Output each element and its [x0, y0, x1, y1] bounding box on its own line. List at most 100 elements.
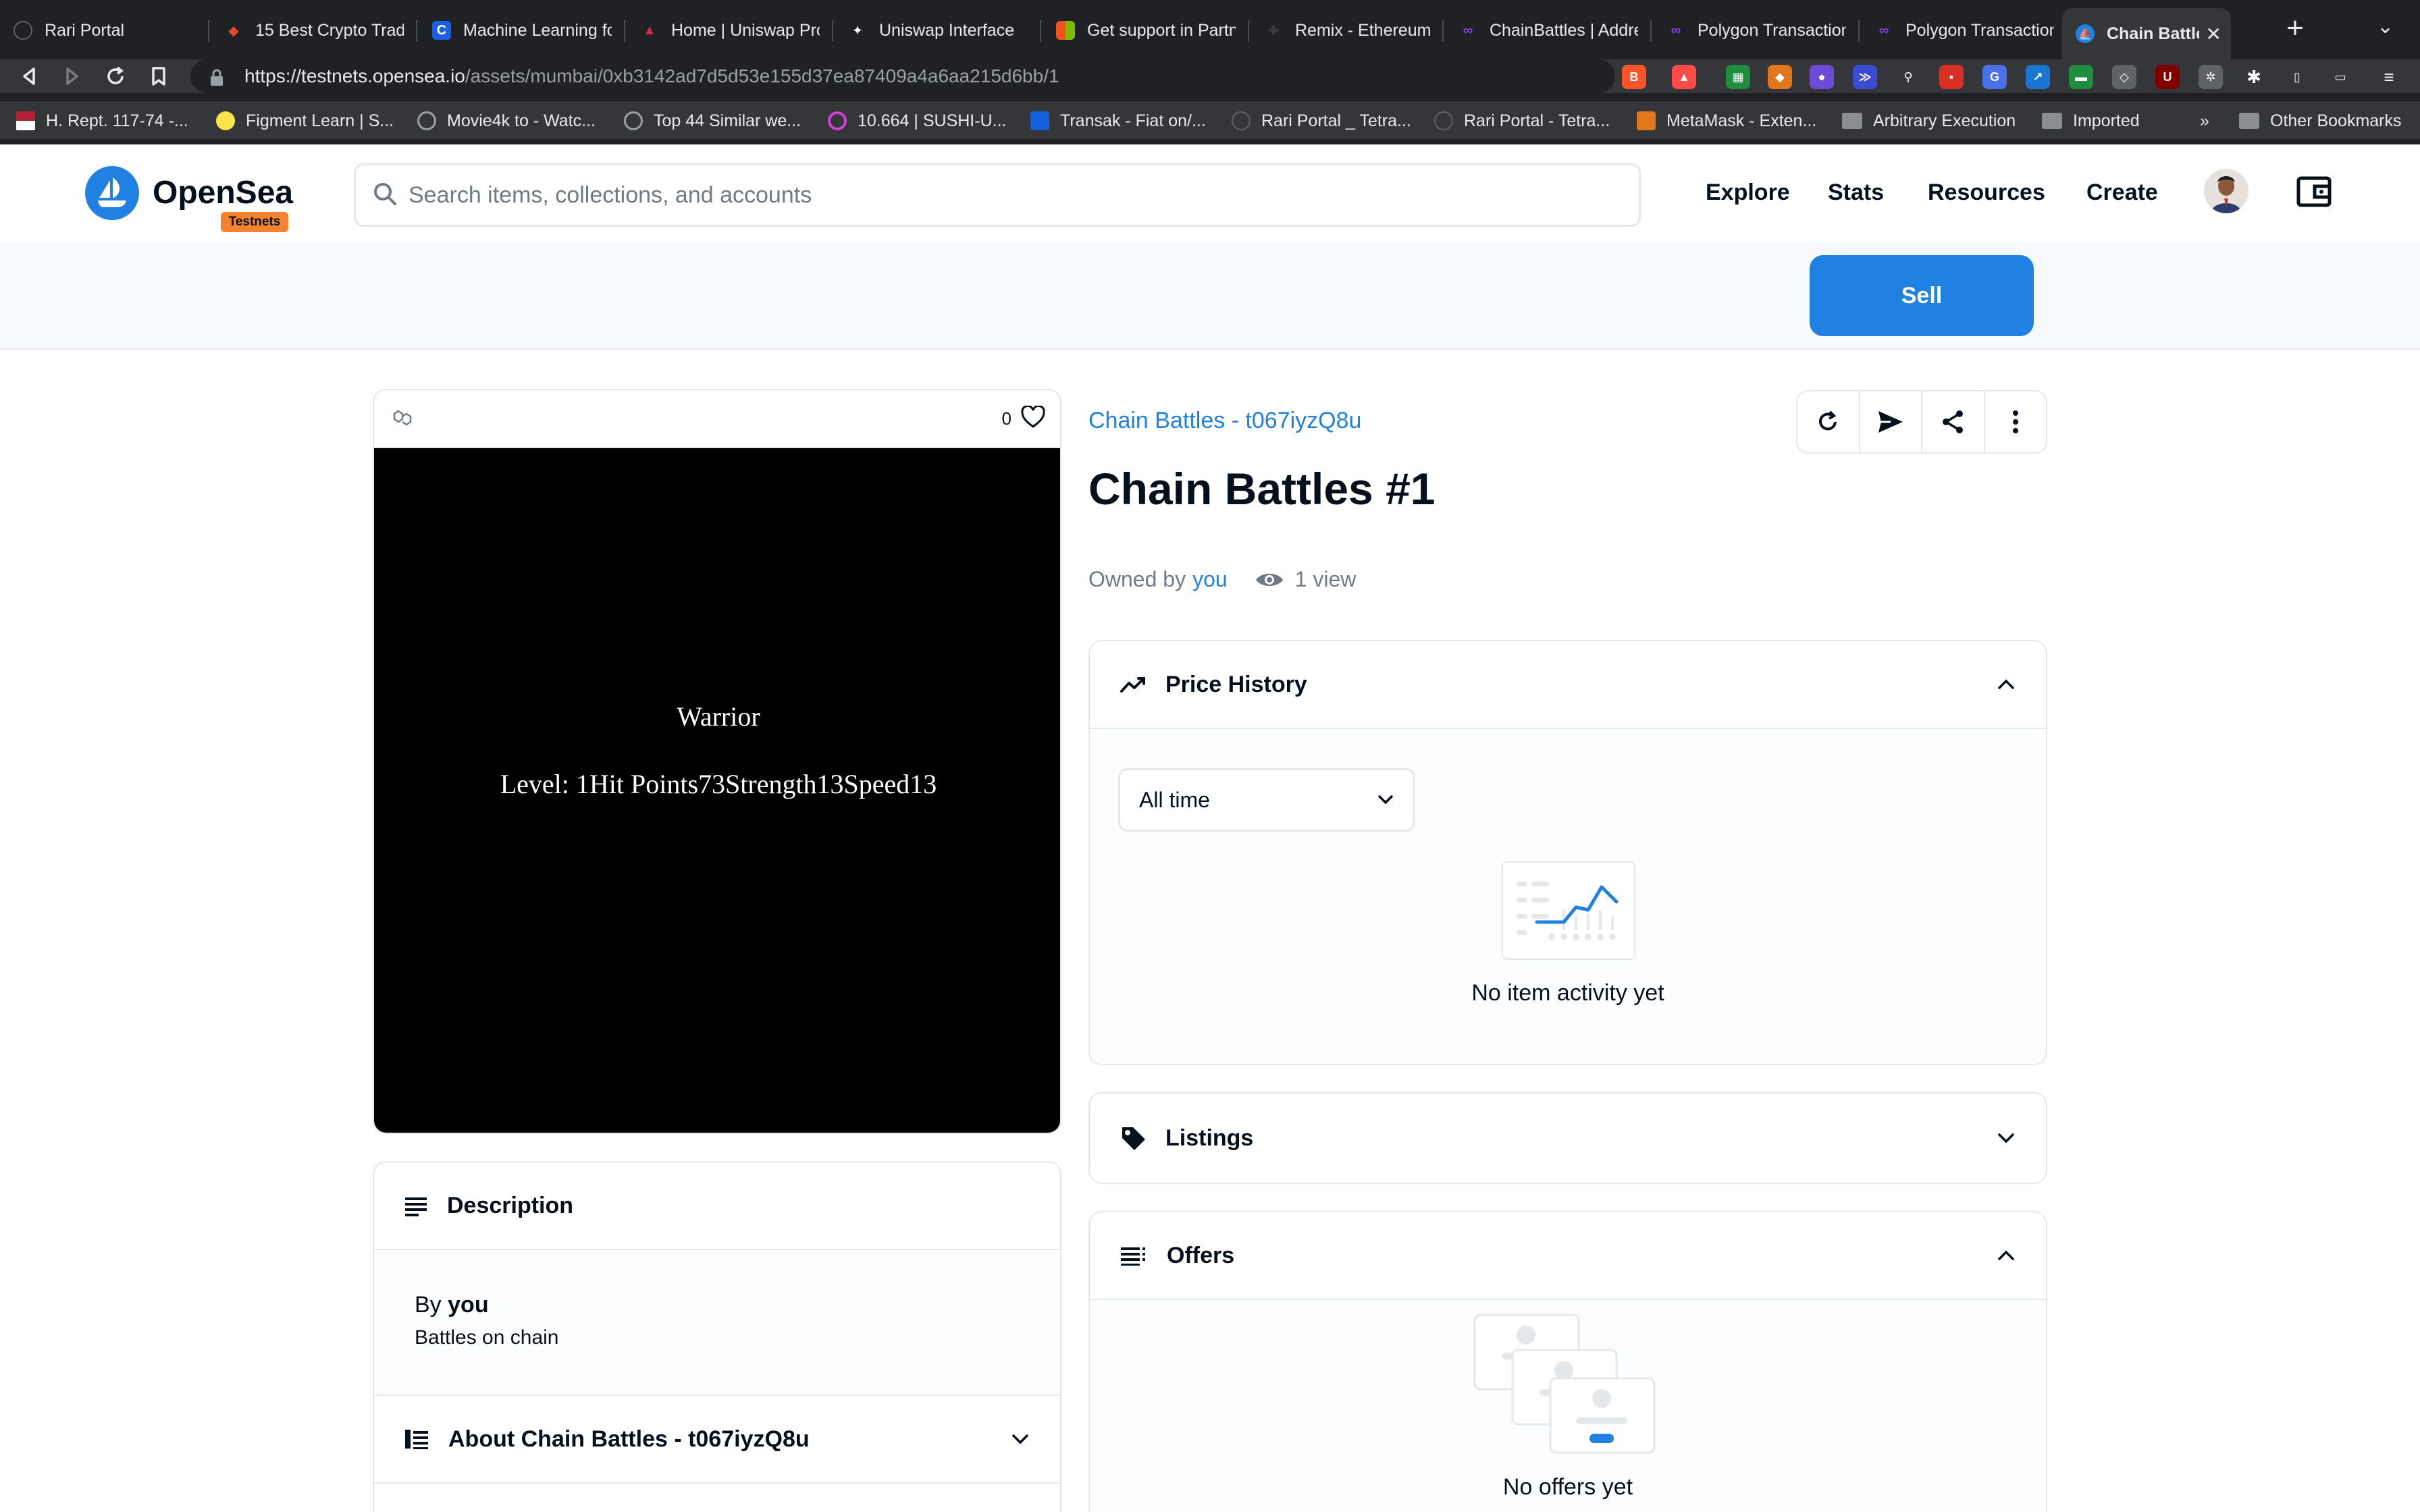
browser-tab[interactable]: ∞ Polygon Transaction	[1861, 11, 2063, 50]
listings-panel: Listings	[1088, 1092, 2047, 1184]
browser-tab[interactable]: ✦ Uniswap Interface	[835, 11, 1037, 50]
site-header: OpenSea Testnets Explore Stats Resources…	[0, 144, 2420, 242]
listings-heading: Listings	[1165, 1125, 1254, 1151]
google-translate-icon[interactable]: G	[1982, 65, 2007, 89]
collection-link[interactable]: Chain Battles - t067iyzQ8u	[1088, 408, 1361, 434]
reload-button[interactable]	[101, 62, 130, 90]
description-text: Battles on chain	[415, 1326, 559, 1349]
bookmark-item[interactable]: Transak - Fiat on/...	[1030, 109, 1206, 132]
tab-strip: Rari Portal ◆ 15 Best Crypto Trading C M…	[0, 0, 2420, 59]
brave-shield-icon[interactable]: B	[1622, 65, 1646, 89]
other-bookmarks-folder[interactable]: Other Bookmarks	[2239, 109, 2402, 132]
browser-tab[interactable]: ◆ 15 Best Crypto Trading	[211, 11, 413, 50]
refresh-metadata-button[interactable]	[1797, 392, 1860, 452]
extension-ghost-icon[interactable]: ●	[1810, 65, 1834, 89]
opensea-logo-icon[interactable]	[85, 166, 139, 220]
nft-image[interactable]: Warrior Level: 1Hit Points73Strength13Sp…	[374, 448, 1060, 1133]
chevron-down-icon	[1375, 793, 1396, 807]
extension-arrow-icon[interactable]: ↗	[2026, 65, 2050, 89]
bookmark-item[interactable]: Figment Learn | S...	[216, 109, 394, 132]
search-input[interactable]	[409, 182, 1624, 209]
tab-search-chevron-icon[interactable]: ⌄	[2377, 15, 2394, 38]
browser-tab[interactable]: ∞ Polygon Transaction	[1653, 11, 1856, 50]
description-body: By you Battles on chain	[374, 1250, 1060, 1396]
tab-separator	[1442, 20, 1444, 42]
bookmark-label: Figment Learn | S...	[246, 111, 394, 130]
nav-resources[interactable]: Resources	[1928, 180, 2045, 206]
no-activity-text: No item activity yet	[1471, 980, 1664, 1006]
bookmark-item[interactable]: H. Rept. 117-74 -...	[16, 109, 188, 132]
metamask-fox-icon	[1637, 111, 1656, 130]
nav-stats[interactable]: Stats	[1828, 180, 1884, 206]
sidebar-icon[interactable]: ▯	[2285, 65, 2309, 89]
browser-tab[interactable]: ▲ Home | Uniswap Pro	[627, 11, 829, 50]
globe-icon	[417, 111, 436, 130]
transak-icon	[1030, 111, 1049, 130]
eye-icon	[1255, 573, 1283, 586]
new-tab-button[interactable]: +	[2280, 14, 2311, 45]
offers-header[interactable]: Offers	[1090, 1212, 2046, 1300]
tag-icon	[1120, 1125, 1147, 1152]
extension-chat-icon[interactable]: ▪	[1939, 65, 1964, 89]
bookmark-item[interactable]: Rari Portal _ Tetra...	[1232, 109, 1411, 132]
search-bar[interactable]	[354, 163, 1641, 227]
logo-wordmark[interactable]: OpenSea	[153, 174, 293, 211]
by-label: By	[415, 1292, 442, 1318]
wallet-browser-icon[interactable]: ▭	[2328, 65, 2352, 89]
bookmark-label: Rari Portal - Tetra...	[1464, 111, 1610, 130]
bookmark-page-button[interactable]	[144, 62, 173, 90]
bookmarks-overflow-button[interactable]: »	[2200, 109, 2209, 132]
extension-sheets-icon[interactable]: ▦	[1726, 65, 1750, 89]
metamask-icon[interactable]: ◆	[1768, 65, 1792, 89]
browser-tab[interactable]: ∞ ChainBattles | Addre	[1445, 11, 1648, 50]
bookmark-item[interactable]: Top 44 Similar we...	[624, 109, 801, 132]
bookmark-label: Arbitrary Execution	[1873, 111, 2016, 130]
about-collection-header[interactable]: About Chain Battles - t067iyzQ8u	[374, 1396, 1060, 1484]
extension-key-icon[interactable]: ⚲	[1896, 65, 1920, 89]
tab-label: Home | Uniswap Pro	[671, 20, 820, 40]
offers-body: No offers yet	[1090, 1300, 2046, 1512]
browser-tab[interactable]: Rari Portal	[0, 11, 203, 50]
transfer-button[interactable]	[1860, 392, 1922, 452]
browser-tab[interactable]: ✚ Remix - Ethereum ID	[1251, 11, 1440, 50]
creator-link[interactable]: you	[448, 1292, 488, 1318]
heart-icon[interactable]	[1021, 404, 1045, 432]
back-button[interactable]	[15, 62, 43, 90]
owned-by-label: Owned by	[1088, 567, 1186, 591]
wallet-icon[interactable]	[2294, 171, 2335, 212]
extensions-puzzle-icon[interactable]: ✱	[2242, 65, 2266, 89]
chevron-down-icon	[1996, 1131, 2016, 1145]
extension-openai-icon[interactable]: ✲	[2199, 65, 2223, 89]
extension-green-icon[interactable]: ▬	[2069, 65, 2093, 89]
bookmark-item[interactable]: MetaMask - Exten...	[1637, 109, 1816, 132]
browser-tab[interactable]: Get support in Partn	[1043, 11, 1245, 50]
bookmark-item[interactable]: Rari Portal - Tetra...	[1434, 109, 1610, 132]
share-button[interactable]	[1922, 392, 1985, 452]
listings-header[interactable]: Listings	[1090, 1094, 2046, 1183]
nav-create[interactable]: Create	[2086, 180, 2158, 206]
address-bar[interactable]: https://testnets.opensea.io/assets/mumba…	[190, 59, 1615, 93]
ublock-icon[interactable]: U	[2155, 65, 2180, 89]
nav-explore[interactable]: Explore	[1706, 180, 1790, 206]
description-header[interactable]: Description	[374, 1162, 1060, 1250]
menu-icon[interactable]: ≡	[2377, 65, 2401, 89]
bookmark-label: H. Rept. 117-74 -...	[46, 111, 188, 130]
forward-button[interactable]	[58, 62, 86, 90]
extension-bird-icon[interactable]: ≫	[1853, 65, 1877, 89]
tab-close-icon[interactable]: ✕	[2199, 23, 2221, 45]
price-history-header[interactable]: Price History	[1090, 641, 2046, 729]
bookmark-item[interactable]: 10.664 | SUSHI-U...	[828, 109, 1006, 132]
browser-tab[interactable]: C Machine Learning fo	[419, 11, 621, 50]
sell-button[interactable]: Sell	[1810, 255, 2034, 336]
browser-tab-active[interactable]: ⛵ Chain Battles #1 ✕	[2062, 8, 2231, 59]
bookmark-folder[interactable]: Imported	[2042, 109, 2140, 132]
avatar[interactable]	[2204, 169, 2248, 213]
more-options-button[interactable]	[1985, 392, 2047, 452]
owner-link[interactable]: you	[1192, 567, 1228, 592]
empty-chart-icon	[1502, 861, 1635, 960]
bookmark-folder[interactable]: Arbitrary Execution	[1842, 109, 2016, 132]
brave-rewards-icon[interactable]: ▲	[1672, 65, 1696, 89]
extension-cube-icon[interactable]: ◇	[2112, 65, 2136, 89]
time-range-select[interactable]: All time	[1118, 768, 1415, 832]
bookmark-item[interactable]: Movie4k to - Watc...	[417, 109, 596, 132]
